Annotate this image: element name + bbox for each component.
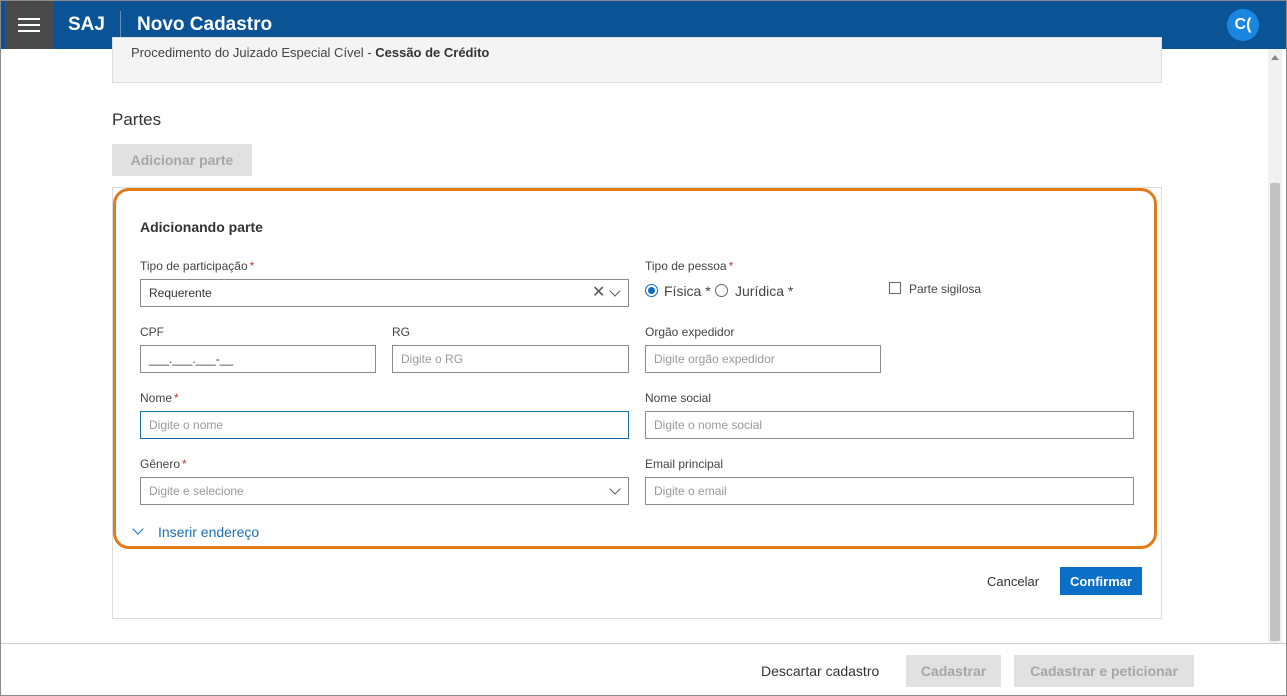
add-parte-button[interactable]: Adicionar parte	[112, 144, 252, 176]
required-mark: *	[174, 391, 179, 405]
tipo-participacao-value: Requerente	[149, 286, 212, 300]
header-divider	[120, 11, 121, 39]
required-mark: *	[182, 457, 187, 471]
orgao-expedidor-placeholder: Digite orgão expedidor	[654, 352, 775, 366]
radio-fisica[interactable]	[645, 284, 658, 297]
partes-section-title: Partes	[112, 110, 162, 129]
tipo-pessoa-label: Tipo de pessoa *	[645, 259, 733, 273]
nome-social-placeholder: Digite o nome social	[654, 418, 763, 432]
nome-label-text: Nome	[140, 391, 173, 405]
hamburger-icon-line	[18, 30, 40, 32]
email-input[interactable]: Digite o email	[645, 477, 1134, 505]
radio-fisica-label[interactable]: Física *	[664, 283, 711, 299]
hamburger-menu-button[interactable]	[5, 1, 53, 49]
cadastrar-button[interactable]: Cadastrar	[906, 655, 1001, 687]
cpf-input[interactable]: ___.___.___-__	[140, 345, 376, 373]
required-mark: *	[728, 259, 734, 273]
nome-label: Nome *	[140, 391, 179, 405]
genero-label-text: Gênero	[140, 457, 181, 471]
email-label: Email principal	[645, 457, 724, 471]
tipo-participacao-label-text: Tipo de participação	[140, 259, 248, 273]
procedure-class-text: Procedimento do Juizado Especial Cível -	[131, 45, 376, 60]
brand-logo[interactable]: SAJ	[68, 14, 105, 36]
procedure-info-text: Procedimento do Juizado Especial Cível -…	[131, 45, 489, 60]
required-mark: *	[249, 259, 255, 273]
orgao-expedidor-label: Orgão expedidor	[645, 325, 735, 339]
email-placeholder: Digite o email	[654, 484, 727, 498]
cancel-button[interactable]: Cancelar	[987, 567, 1039, 595]
form-title: Adicionando parte	[140, 219, 263, 235]
user-avatar[interactable]: C(	[1227, 9, 1259, 41]
procedure-info-box	[112, 37, 1162, 83]
parte-sigilosa-checkbox[interactable]	[889, 282, 901, 294]
cpf-mask-value: ___.___.___-__	[149, 352, 234, 366]
tipo-participacao-select[interactable]: Requerente	[140, 279, 629, 307]
inserir-endereco-link[interactable]: Inserir endereço	[158, 524, 259, 540]
radio-juridica[interactable]	[715, 284, 728, 297]
nome-social-label: Nome social	[645, 391, 712, 405]
genero-placeholder: Digite e selecione	[149, 484, 244, 498]
app-window: SAJ Novo Cadastro C( Procedimento do Jui…	[0, 0, 1287, 696]
nome-social-input[interactable]: Digite o nome social	[645, 411, 1134, 439]
confirm-button[interactable]: Confirmar	[1060, 567, 1142, 595]
nome-input[interactable]: Digite o nome	[140, 411, 629, 439]
tipo-participacao-label: Tipo de participação *	[140, 259, 254, 273]
cpf-label: CPF	[140, 325, 164, 339]
nome-placeholder: Digite o nome	[149, 418, 224, 432]
rg-placeholder: Digite o RG	[401, 352, 464, 366]
page-title: Novo Cadastro	[137, 14, 273, 35]
genero-label: Gênero *	[140, 457, 187, 471]
procedure-subject-text: Cessão de Crédito	[375, 45, 490, 60]
hamburger-icon-line	[18, 24, 40, 26]
radio-juridica-label[interactable]: Jurídica *	[735, 283, 793, 299]
scrollbar-thumb[interactable]	[1270, 183, 1280, 641]
hamburger-icon	[18, 18, 40, 20]
scroll-up-arrow-icon[interactable]	[1271, 55, 1279, 60]
discard-button[interactable]: Descartar cadastro	[761, 655, 879, 687]
rg-input[interactable]: Digite o RG	[392, 345, 629, 373]
tipo-pessoa-label-text: Tipo de pessoa	[645, 259, 727, 273]
rg-label: RG	[392, 325, 410, 339]
orgao-expedidor-input[interactable]: Digite orgão expedidor	[645, 345, 881, 373]
parte-sigilosa-label[interactable]: Parte sigilosa	[909, 282, 981, 296]
cadastrar-peticionar-button[interactable]: Cadastrar e peticionar	[1014, 655, 1194, 687]
genero-select[interactable]: Digite e selecione	[140, 477, 629, 505]
close-icon[interactable]: ✕	[592, 285, 605, 301]
